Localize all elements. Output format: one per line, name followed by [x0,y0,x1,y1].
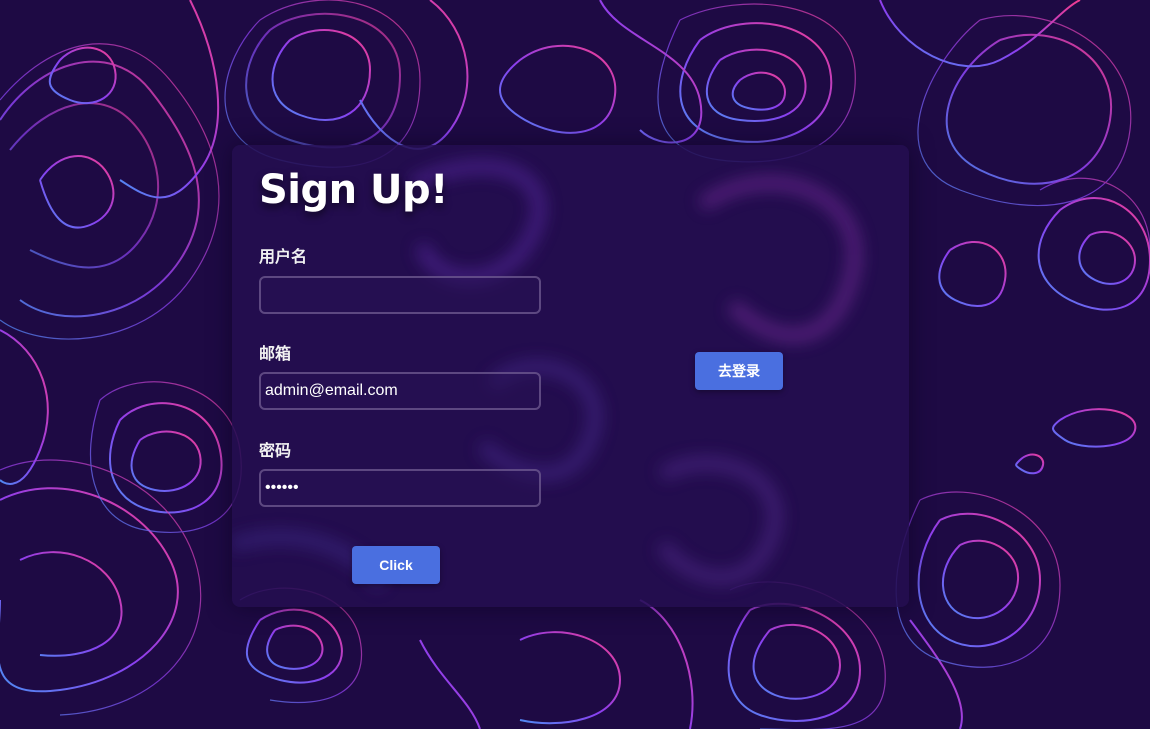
page-title: Sign Up! [259,167,448,213]
signup-card: Sign Up! 用户名 邮箱 密码 Click 去登录 [232,145,909,607]
username-label: 用户名 [259,247,308,266]
submit-button[interactable]: Click [352,546,440,584]
go-to-login-button[interactable]: 去登录 [695,352,783,390]
email-label: 邮箱 [259,344,292,363]
password-input[interactable] [259,469,541,507]
username-input[interactable] [259,276,541,314]
email-input[interactable] [259,372,541,410]
password-label: 密码 [259,441,292,460]
